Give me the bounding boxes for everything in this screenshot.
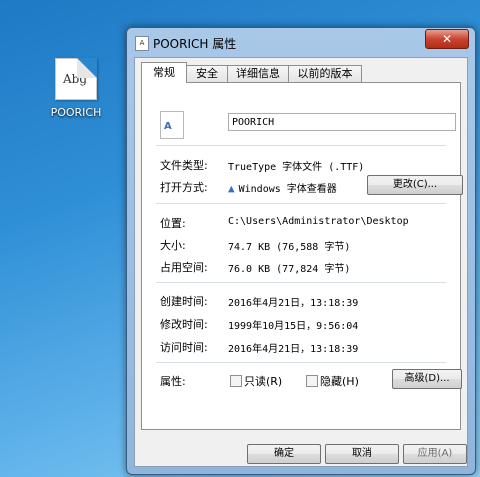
- readonly-label[interactable]: 只读(R): [244, 373, 282, 389]
- file-name-field[interactable]: POORICH: [228, 113, 456, 131]
- dialog-client: 常规 安全 详细信息 以前的版本 A POORICH 文件类型: TrueTyp…: [134, 57, 468, 467]
- opens-with-app: Windows 字体查看器: [238, 184, 337, 195]
- size-on-disk-label: 占用空间:: [160, 261, 208, 274]
- font-type-icon: A: [160, 111, 184, 139]
- file-type-label: 文件类型:: [160, 159, 208, 172]
- tab-general[interactable]: 常规: [141, 62, 187, 83]
- window-font-icon: A: [135, 36, 149, 51]
- font-file-glyph: Abg: [63, 72, 88, 86]
- tab-security[interactable]: 安全: [186, 65, 228, 82]
- window-title: POORICH 属性: [153, 37, 237, 51]
- divider: [156, 203, 446, 204]
- advanced-button[interactable]: 高级(D)...: [392, 369, 462, 389]
- created-label: 创建时间:: [160, 295, 208, 308]
- hidden-checkbox[interactable]: [306, 375, 318, 387]
- desktop-file-icon[interactable]: Abg POORICH: [44, 58, 108, 119]
- divider: [156, 362, 446, 363]
- apply-button[interactable]: 应用(A): [403, 444, 467, 464]
- readonly-checkbox[interactable]: [230, 375, 242, 387]
- size-value: 74.7 KB (76,588 字节): [228, 242, 351, 253]
- accessed-label: 访问时间:: [160, 341, 208, 354]
- change-button[interactable]: 更改(C)...: [367, 175, 463, 195]
- accessed-value: 2016年4月21日，13:18:39: [228, 344, 359, 355]
- tab-details[interactable]: 详细信息: [227, 65, 289, 82]
- font-type-glyph: A: [164, 121, 172, 132]
- font-viewer-icon: ▲: [228, 182, 235, 195]
- modified-value: 1999年10月15日，9:56:04: [228, 321, 359, 332]
- modified-label: 修改时间:: [160, 318, 208, 331]
- opens-with-value: ▲ Windows 字体查看器: [228, 180, 337, 195]
- hidden-label[interactable]: 隐藏(H): [320, 373, 359, 389]
- close-button[interactable]: ✕: [425, 29, 469, 49]
- close-icon: ✕: [441, 32, 453, 46]
- location-label: 位置:: [160, 217, 186, 230]
- ok-button[interactable]: 确定: [247, 444, 321, 464]
- location-value: C:\Users\Administrator\Desktop: [228, 216, 409, 227]
- tab-previous-versions[interactable]: 以前的版本: [288, 65, 362, 82]
- cancel-button[interactable]: 取消: [325, 444, 399, 464]
- divider: [156, 145, 446, 146]
- title-bar[interactable]: A POORICH 属性 ✕: [127, 28, 475, 56]
- size-on-disk-value: 76.0 KB (77,824 字节): [228, 264, 351, 275]
- font-file-icon: Abg: [55, 58, 97, 100]
- attributes-label: 属性:: [160, 375, 186, 388]
- general-panel: A POORICH 文件类型: TrueType 字体文件 (.TTF) 打开方…: [141, 82, 463, 430]
- file-type-value: TrueType 字体文件 (.TTF): [228, 162, 365, 173]
- opens-with-label: 打开方式:: [160, 181, 208, 194]
- desktop-icon-label: POORICH: [50, 106, 102, 119]
- size-label: 大小:: [160, 239, 186, 252]
- properties-window: A POORICH 属性 ✕ 常规 安全 详细信息 以前的版本 A POORIC…: [126, 27, 476, 475]
- divider: [156, 282, 446, 283]
- created-value: 2016年4月21日，13:18:39: [228, 298, 359, 309]
